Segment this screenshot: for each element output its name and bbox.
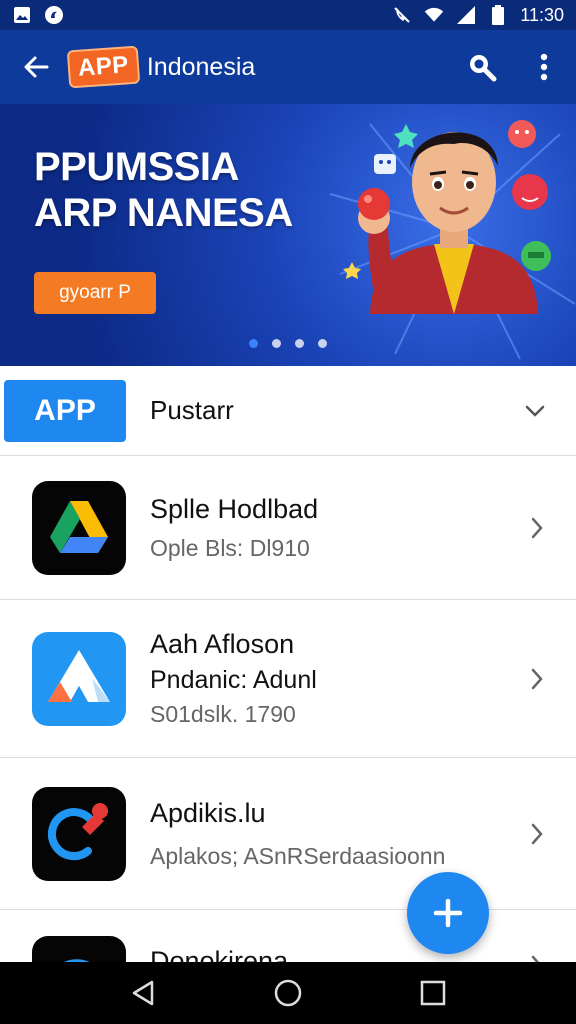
app-list: APP Pustarr Splle Hodlbad Ople Bls: Dl91… xyxy=(0,366,576,962)
category-dropdown[interactable]: APP Pustarr xyxy=(0,366,576,456)
signal-icon xyxy=(456,5,476,25)
app-name: Splle Hodlbad xyxy=(150,493,319,524)
more-options-button[interactable] xyxy=(526,49,562,85)
app-title: Indonesia xyxy=(146,52,256,81)
app-subtitle: Ople Bls: Dl910 xyxy=(150,534,310,561)
banner-dot[interactable] xyxy=(249,339,258,348)
list-item[interactable]: Splle Hodlbad Ople Bls: Dl910 xyxy=(0,456,576,600)
search-button[interactable] xyxy=(464,49,500,85)
chevron-right-icon xyxy=(531,517,543,538)
app-subtitle: Pndanic: Adunl xyxy=(150,666,317,694)
gallery-icon xyxy=(12,5,32,25)
app-subtitle: Aplakos; ASnRSerdaasioonn xyxy=(150,842,446,869)
app-name: Donokirena xyxy=(150,946,289,962)
category-badge: APP xyxy=(4,379,126,442)
more-vert-icon xyxy=(540,53,548,81)
notification-icon xyxy=(44,5,64,25)
partial-app-icon xyxy=(32,936,126,962)
search-icon xyxy=(470,55,497,82)
banner-cta-button[interactable]: gyoarr P xyxy=(34,272,156,314)
battery-icon xyxy=(488,5,508,25)
chevron-down-icon xyxy=(525,405,545,417)
cleanup-arc-icon xyxy=(32,786,126,881)
list-item[interactable]: Aah Afloson Pndanic: Adunl S01dslk. 1790 xyxy=(0,600,576,758)
list-item[interactable]: Donokirena xyxy=(0,910,576,962)
chevron-right-icon xyxy=(531,955,540,962)
app-name: Apdikis.lu xyxy=(150,797,266,828)
banner-headline-line2: ARP NANESA xyxy=(34,191,293,235)
drive-style-icon xyxy=(32,480,126,575)
list-item[interactable]: Apdikis.lu Aplakos; ASnRSerdaasioonn xyxy=(0,758,576,910)
banner-pagination xyxy=(0,339,576,348)
banner-dot[interactable] xyxy=(272,339,281,348)
back-arrow-icon xyxy=(24,56,49,78)
status-bar: 11:30 xyxy=(0,0,576,30)
app-bar: APP Indonesia xyxy=(0,30,576,104)
plus-icon xyxy=(433,898,463,928)
nav-recents-button[interactable] xyxy=(413,973,453,1013)
character-illustration xyxy=(358,120,551,314)
add-fab-button[interactable] xyxy=(407,872,489,954)
nav-home-button[interactable] xyxy=(268,973,308,1013)
status-time: 11:30 xyxy=(520,4,564,25)
mute-icon xyxy=(392,5,412,25)
banner-headline-line1: PPUMSSIA xyxy=(34,145,239,189)
wifi-icon xyxy=(424,5,444,25)
app-name: Aah Afloson xyxy=(150,629,295,659)
chevron-right-icon xyxy=(531,668,543,689)
category-label: Pustarr xyxy=(150,395,234,425)
triangle-logo-icon xyxy=(32,631,126,726)
banner-dot[interactable] xyxy=(318,339,327,348)
app-subtitle: S01dslk. 1790 xyxy=(150,701,296,727)
system-nav-bar xyxy=(0,962,576,1024)
promo-banner[interactable]: PPUMSSIA ARP NANESA gyoarr P xyxy=(0,104,576,366)
nav-back-icon xyxy=(132,980,153,1006)
banner-headline: PPUMSSIA ARP NANESA xyxy=(34,144,293,236)
nav-home-icon xyxy=(274,979,302,1007)
nav-back-button[interactable] xyxy=(123,973,163,1013)
nav-recents-icon xyxy=(421,980,446,1006)
chevron-right-icon xyxy=(531,823,543,844)
app-logo: APP xyxy=(66,45,141,89)
back-button[interactable] xyxy=(18,49,54,85)
banner-dot[interactable] xyxy=(295,339,304,348)
